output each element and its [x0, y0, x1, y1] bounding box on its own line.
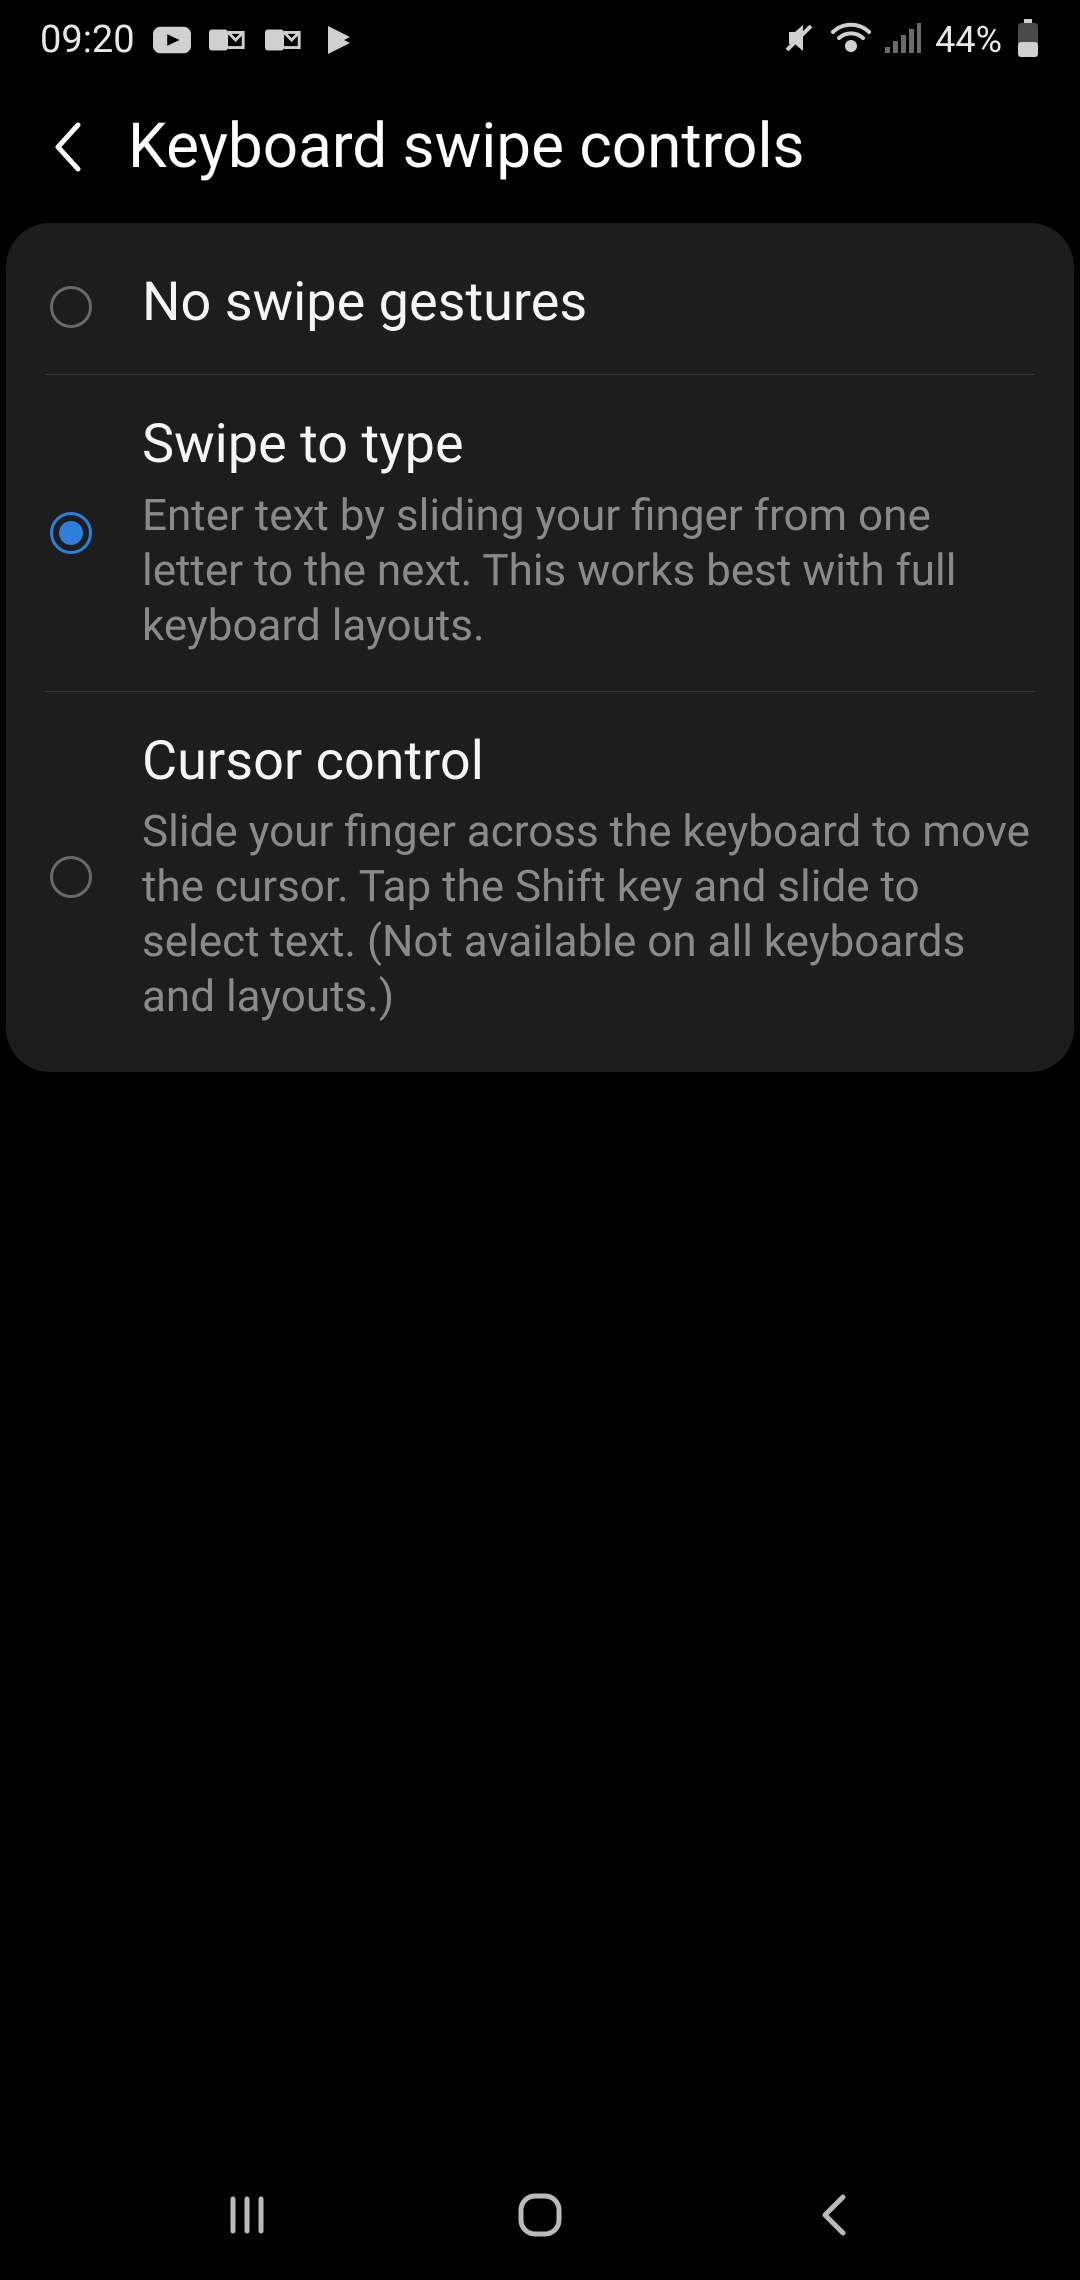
- option-title: Swipe to type: [142, 413, 1034, 478]
- mute-icon: [781, 20, 817, 60]
- status-bar: 09:20: [0, 0, 1080, 80]
- header: Keyboard swipe controls: [0, 80, 1080, 213]
- battery-percent: 44%: [935, 19, 1002, 61]
- option-swipe-to-type[interactable]: Swipe to type Enter text by sliding your…: [6, 375, 1074, 691]
- option-title: No swipe gestures: [142, 271, 1034, 336]
- radio-cursor-control[interactable]: [50, 856, 92, 898]
- battery-icon: [1016, 19, 1040, 61]
- page-title: Keyboard swipe controls: [128, 110, 805, 183]
- option-description: Slide your finger across the keyboard to…: [142, 804, 1034, 1024]
- home-button[interactable]: [510, 2185, 570, 2245]
- radio-swipe-to-type[interactable]: [50, 512, 92, 554]
- options-card: No swipe gestures Swipe to type Enter te…: [6, 223, 1074, 1072]
- outlook-icon-2: [265, 26, 303, 54]
- youtube-icon: [153, 26, 191, 54]
- outlook-icon-1: [209, 26, 247, 54]
- signal-icon: [885, 23, 921, 57]
- radio-no-swipe[interactable]: [50, 286, 92, 328]
- option-cursor-control[interactable]: Cursor control Slide your finger across …: [6, 692, 1074, 1063]
- status-left: 09:20: [40, 18, 359, 62]
- option-description: Enter text by sliding your finger from o…: [142, 488, 1034, 653]
- back-button[interactable]: [48, 117, 88, 177]
- option-title: Cursor control: [142, 730, 1034, 795]
- status-time: 09:20: [40, 18, 135, 62]
- status-right: 44%: [781, 19, 1040, 61]
- recents-button[interactable]: [217, 2185, 277, 2245]
- navigation-bar: [0, 2150, 1080, 2280]
- play-store-icon: [321, 26, 359, 54]
- option-no-swipe[interactable]: No swipe gestures: [6, 233, 1074, 374]
- back-nav-button[interactable]: [803, 2185, 863, 2245]
- wifi-icon: [831, 22, 871, 58]
